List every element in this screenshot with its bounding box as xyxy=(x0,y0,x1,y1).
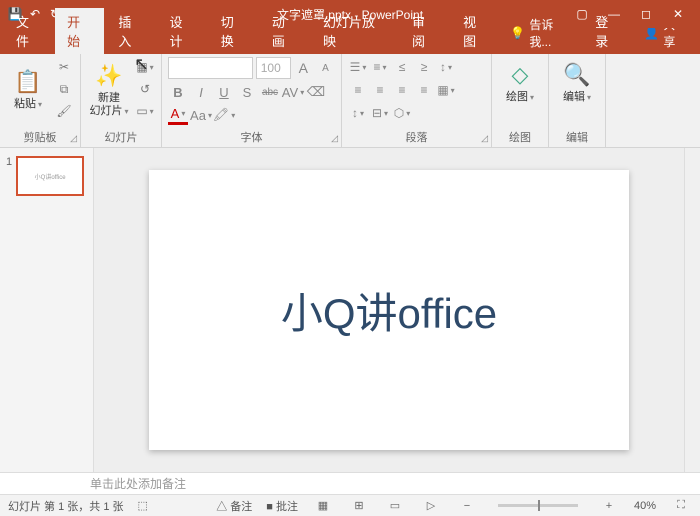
group-editing: 🔍 编辑 编辑 xyxy=(549,54,606,147)
align-text-button[interactable]: ⊟ xyxy=(370,103,390,123)
text-direction-button[interactable]: ↕ xyxy=(348,103,368,123)
bold-button[interactable]: B xyxy=(168,82,188,102)
login-button[interactable]: 登录 xyxy=(583,8,632,54)
slide-text[interactable]: 小Q讲office xyxy=(281,280,497,341)
align-left-button[interactable]: ≡ xyxy=(348,80,368,100)
ribbon: 📋 粘贴 ✂ ⧉ 🖌 剪贴板 ◿ ✨ 新建 幻灯片 ▦ ↺ ▭ 幻灯片 xyxy=(0,54,700,148)
slide-thumbnail-panel: 1 小Q讲office xyxy=(0,148,94,472)
smartart-button[interactable]: ⬡ xyxy=(392,103,412,123)
font-size-input[interactable]: 100 xyxy=(256,57,291,79)
tab-design[interactable]: 设计 xyxy=(158,8,207,54)
group-label-font: 字体 xyxy=(168,127,335,145)
clipboard-launcher-icon[interactable]: ◿ xyxy=(70,133,77,144)
bullets-button[interactable]: ☰ xyxy=(348,57,368,77)
find-button[interactable]: 🔍 编辑 xyxy=(555,57,599,106)
shapes-label: 绘图 xyxy=(506,91,534,104)
group-font: 100 A A B I U S abc AV ⌫ A Aa 🖍 字体 ◿ xyxy=(162,54,342,147)
justify-button[interactable]: ≡ xyxy=(414,80,434,100)
tell-me-label: 告诉我... xyxy=(529,16,573,50)
line-spacing-button[interactable]: ↕ xyxy=(436,57,456,77)
cut-button[interactable]: ✂ xyxy=(54,57,74,77)
font-name-input[interactable] xyxy=(168,57,253,79)
group-label-paragraph: 段落 xyxy=(348,127,485,145)
shadow-button[interactable]: S xyxy=(237,82,257,102)
group-clipboard: 📋 粘贴 ✂ ⧉ 🖌 剪贴板 ◿ xyxy=(0,54,81,147)
align-right-button[interactable]: ≡ xyxy=(392,80,412,100)
editing-label: 编辑 xyxy=(563,91,591,104)
bulb-icon: 💡 xyxy=(510,26,525,40)
tell-me-search[interactable]: 💡 告诉我... xyxy=(502,12,581,54)
align-center-button[interactable]: ≡ xyxy=(370,80,390,100)
group-label-drawing: 绘图 xyxy=(498,127,542,145)
reset-button[interactable]: ↺ xyxy=(135,79,155,99)
slide-canvas[interactable]: 小Q讲office xyxy=(94,148,684,472)
new-slide-icon: ✨ xyxy=(93,60,125,92)
tab-file[interactable]: 文件 xyxy=(4,8,53,54)
group-label-slides: 幻灯片 xyxy=(87,127,155,145)
slide-thumbnail[interactable]: 小Q讲office xyxy=(16,156,84,196)
group-label-editing: 编辑 xyxy=(555,127,599,145)
section-button[interactable]: ▭ xyxy=(135,101,155,121)
format-painter-button[interactable]: 🖌 xyxy=(54,101,74,121)
new-slide-button[interactable]: ✨ 新建 幻灯片 xyxy=(87,57,131,121)
shapes-icon: ◇ xyxy=(504,59,536,91)
tab-view[interactable]: 视图 xyxy=(451,8,500,54)
close-icon[interactable]: ✕ xyxy=(664,4,692,24)
notes-pane[interactable]: 单击此处添加备注 xyxy=(0,472,700,494)
workspace: 1 小Q讲office 小Q讲office xyxy=(0,148,700,472)
change-case-button[interactable]: Aa xyxy=(191,105,211,125)
zoom-slider[interactable] xyxy=(498,504,578,507)
paste-label: 粘贴 xyxy=(14,98,42,111)
vertical-scrollbar[interactable] xyxy=(684,148,700,472)
paste-button[interactable]: 📋 粘贴 xyxy=(6,57,50,121)
decrease-font-button[interactable]: A xyxy=(316,58,335,78)
decrease-indent-button[interactable]: ≤ xyxy=(392,57,412,77)
italic-button[interactable]: I xyxy=(191,82,211,102)
paragraph-launcher-icon[interactable]: ◿ xyxy=(481,133,488,144)
person-icon: 👤 xyxy=(644,26,659,40)
maximize-icon[interactable]: ◻ xyxy=(632,4,660,24)
new-slide-label: 新建 幻灯片 xyxy=(89,92,128,118)
numbering-button[interactable]: ≡ xyxy=(370,57,390,77)
tab-slideshow[interactable]: 幻灯片放映 xyxy=(311,8,398,54)
font-color-button[interactable]: A xyxy=(168,105,188,125)
highlight-button[interactable]: 🖍 xyxy=(214,105,234,125)
group-slides: ✨ 新建 幻灯片 ▦ ↺ ▭ 幻灯片 xyxy=(81,54,162,147)
tab-transitions[interactable]: 切换 xyxy=(209,8,258,54)
group-paragraph: ☰ ≡ ≤ ≥ ↕ ≡ ≡ ≡ ≡ ▦ ↕ ⊟ ⬡ 段落 ◿ xyxy=(342,54,492,147)
strikethrough-button[interactable]: abc xyxy=(260,82,280,102)
clipboard-icon: 📋 xyxy=(12,66,44,98)
tab-animations[interactable]: 动画 xyxy=(260,8,309,54)
tab-home[interactable]: 开始 xyxy=(55,8,104,54)
ribbon-tabs: 文件 开始 插入 设计 切换 动画 幻灯片放映 审阅 视图 💡告诉我... 登录… xyxy=(0,28,700,54)
zoom-level[interactable]: 40% xyxy=(634,500,656,512)
tab-insert[interactable]: 插入 xyxy=(106,8,155,54)
underline-button[interactable]: U xyxy=(214,82,234,102)
tab-review[interactable]: 审阅 xyxy=(400,8,449,54)
font-launcher-icon[interactable]: ◿ xyxy=(331,133,338,144)
shapes-button[interactable]: ◇ 绘图 xyxy=(498,57,542,106)
status-bar: 幻灯片 第 1 张，共 1 张 ⬚ △ 备注 ■ 批注 ▦ ⊞ ▭ ▷ − + … xyxy=(0,494,700,516)
columns-button[interactable]: ▦ xyxy=(436,80,456,100)
group-label-clipboard: 剪贴板 xyxy=(6,127,74,145)
thumbnail-number: 1 xyxy=(6,156,12,196)
char-spacing-button[interactable]: AV xyxy=(283,82,303,102)
clear-format-button[interactable]: ⌫ xyxy=(306,82,326,102)
search-icon: 🔍 xyxy=(561,59,593,91)
increase-font-button[interactable]: A xyxy=(294,58,313,78)
spellcheck-icon[interactable]: ⬚ xyxy=(138,499,148,512)
group-drawing: ◇ 绘图 绘图 xyxy=(492,54,549,147)
slide[interactable]: 小Q讲office xyxy=(149,170,629,450)
increase-indent-button[interactable]: ≥ xyxy=(414,57,434,77)
copy-button[interactable]: ⧉ xyxy=(54,79,74,99)
layout-button[interactable]: ▦ xyxy=(135,57,155,77)
